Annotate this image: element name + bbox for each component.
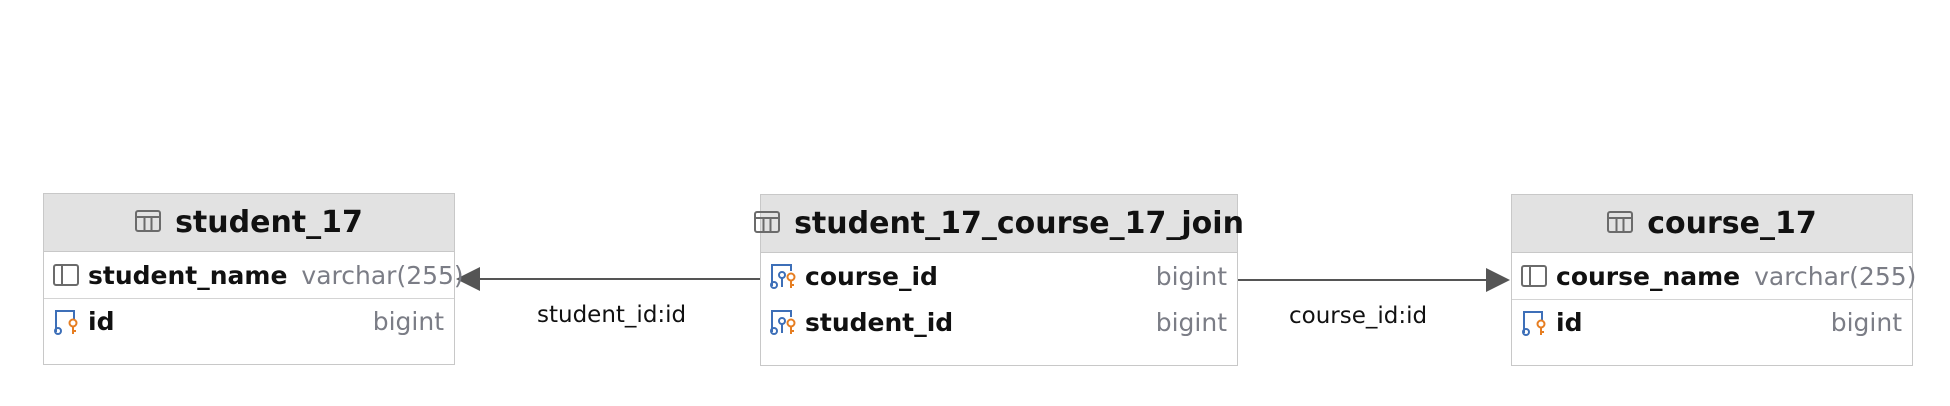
column-name: course_id xyxy=(805,261,938,291)
arrowhead-icon xyxy=(1486,268,1510,292)
column-row[interactable]: student_id bigint xyxy=(761,299,1237,345)
table-student[interactable]: student_17 student_name varchar(255) id … xyxy=(43,193,464,365)
column-row[interactable]: id bigint xyxy=(44,298,454,344)
foreign-key-icon xyxy=(769,308,797,336)
column-type: varchar(255) xyxy=(1754,261,1917,291)
table-course[interactable]: course_17 course_name varchar(255) id bi… xyxy=(1511,194,1916,366)
column-row[interactable]: student_name varchar(255) xyxy=(44,252,464,298)
column-name: id xyxy=(1556,308,1583,337)
column-name: student_id xyxy=(805,307,954,337)
table-header[interactable]: student_17 xyxy=(44,194,454,252)
column-type: bigint xyxy=(1155,261,1227,291)
column-row[interactable]: course_id bigint xyxy=(761,253,1237,299)
column-type: bigint xyxy=(1155,307,1227,337)
relation-edge-student xyxy=(456,267,760,291)
column-type: bigint xyxy=(1830,308,1902,337)
relation-edge-course xyxy=(1238,268,1510,292)
table-header[interactable]: student_17_course_17_join xyxy=(754,195,1244,253)
table-join[interactable]: student_17_course_17_join course_id bigi… xyxy=(754,194,1244,366)
primary-key-icon xyxy=(1520,309,1548,337)
column-name: student_name xyxy=(88,260,288,290)
table-icon xyxy=(754,210,781,238)
column-type: bigint xyxy=(372,307,444,336)
table-title: student_17_course_17_join xyxy=(794,206,1244,241)
column-icon xyxy=(52,261,80,289)
relation-label-course: course_id:id xyxy=(1289,303,1428,329)
table-icon xyxy=(135,209,162,237)
primary-key-icon xyxy=(52,308,80,336)
table-title: course_17 xyxy=(1647,206,1817,241)
relation-label-student: student_id:id xyxy=(537,302,687,328)
table-icon xyxy=(1607,210,1634,238)
column-type: varchar(255) xyxy=(301,260,464,290)
table-header[interactable]: course_17 xyxy=(1512,195,1912,253)
foreign-key-icon xyxy=(769,262,797,290)
column-row[interactable]: id bigint xyxy=(1512,299,1912,345)
column-name: course_name xyxy=(1556,261,1741,291)
column-name: id xyxy=(88,307,115,336)
column-row[interactable]: course_name varchar(255) xyxy=(1512,253,1916,299)
table-title: student_17 xyxy=(175,205,363,240)
column-icon xyxy=(1520,262,1548,290)
